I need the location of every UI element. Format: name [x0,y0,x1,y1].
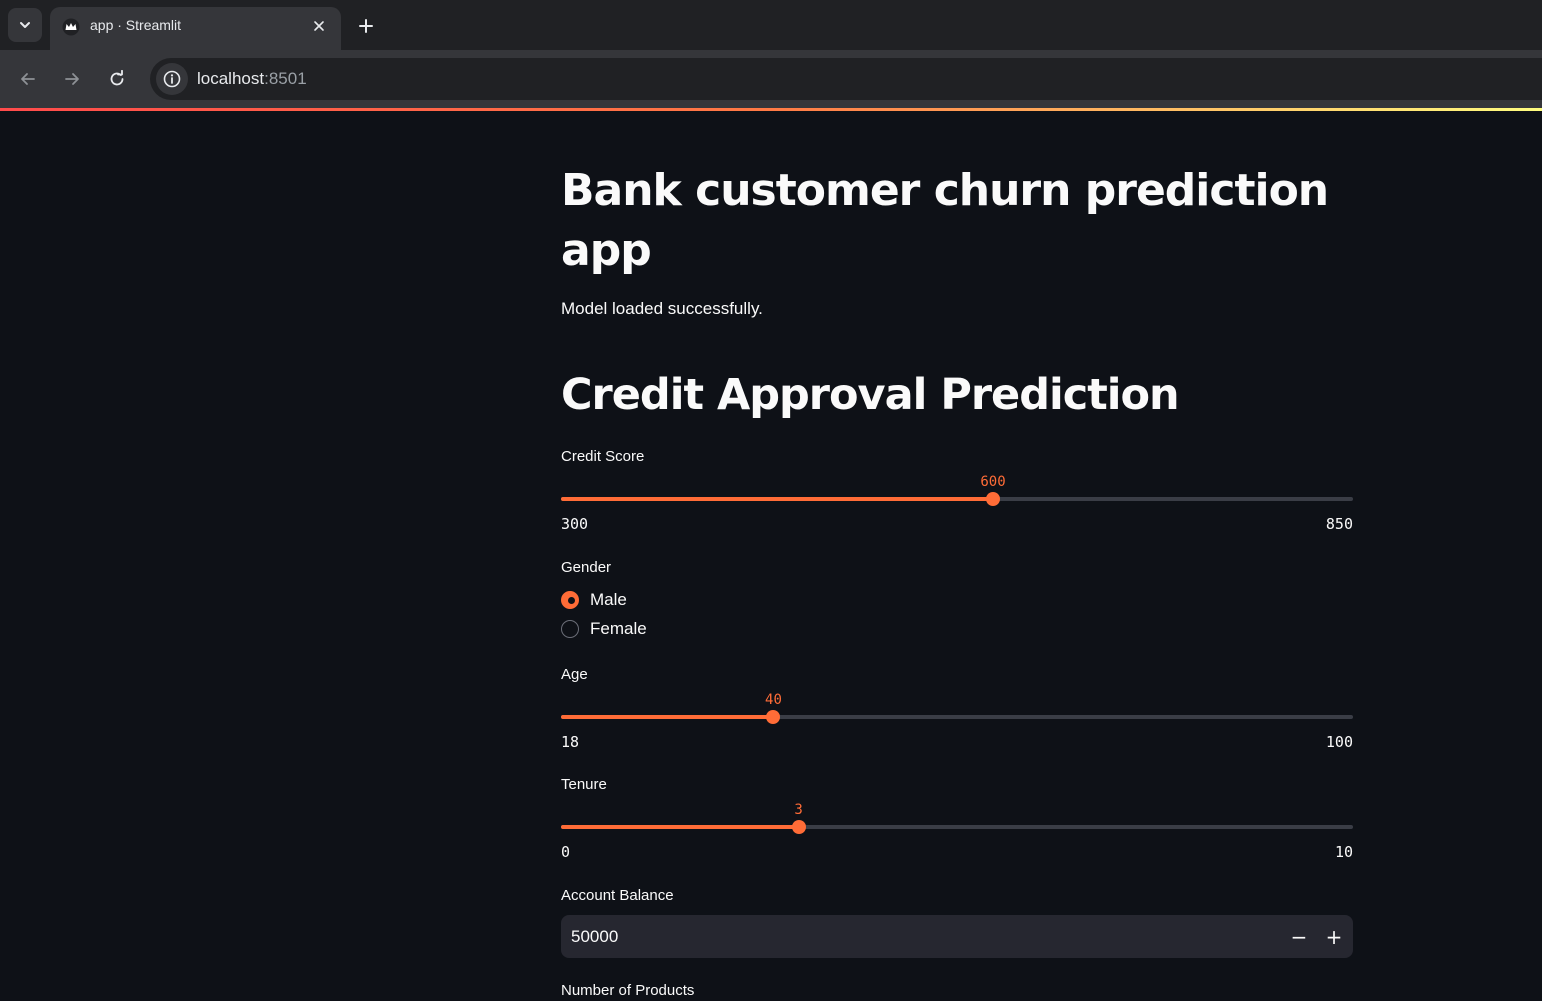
reload-button[interactable] [102,64,132,94]
browser-tab-strip: app · Streamlit [0,0,1542,50]
arrow-left-icon [21,73,35,85]
slider-max: 10 [1334,843,1353,861]
num-products-label: Number of Products [561,982,695,999]
radio-button-male[interactable] [561,590,579,609]
gender-label: Gender [561,559,612,576]
slider-fill [561,497,993,501]
slider-min: 18 [561,733,580,751]
slider-fill [561,715,774,719]
reload-icon [110,70,124,86]
slider-value: 3 [794,802,803,818]
tenure-slider[interactable]: 3 0 10 [561,802,1353,872]
slider-fill [561,825,799,829]
tab-search-button[interactable] [8,8,42,42]
tab-title: app · Streamlit [90,17,182,33]
chevron-down-icon [20,22,30,28]
page-title: Bank customer churn prediction app [561,165,1329,276]
url-port: :8501 [264,69,307,88]
streamlit-crown-icon [62,18,80,36]
slider-max: 100 [1325,733,1353,751]
site-info-button[interactable] [156,63,188,95]
credit-score-slider[interactable]: 600 300 850 [561,474,1353,544]
slider-min: 0 [561,843,571,861]
radio-label-female: Female [590,618,647,638]
account-balance-value[interactable]: 50000 [571,927,618,947]
slider-value: 600 [980,474,1006,490]
streamlit-header-decoration [0,108,1542,111]
slider-min: 300 [561,515,589,533]
age-slider[interactable]: 40 18 100 [561,692,1353,762]
slider-thumb[interactable] [766,710,781,724]
slider-track[interactable] [561,497,1353,501]
radio-button-female[interactable] [561,619,579,638]
radio-option-male[interactable]: Male [561,585,647,614]
radio-label-male: Male [590,589,627,609]
info-icon [163,70,181,88]
back-button[interactable] [13,64,43,94]
decrement-button[interactable]: − [1283,921,1315,953]
new-tab-button[interactable] [352,12,380,40]
gender-radio-group: Male Female [561,585,647,643]
slider-track[interactable] [561,715,1353,719]
tenure-label: Tenure [561,776,607,793]
slider-track[interactable] [561,825,1353,829]
radio-option-female[interactable]: Female [561,614,647,643]
close-icon[interactable] [309,16,329,36]
plus-icon [359,19,373,33]
browser-tab[interactable]: app · Streamlit [50,7,341,50]
age-label: Age [561,666,588,683]
credit-score-label: Credit Score [561,448,645,465]
slider-thumb[interactable] [986,492,1000,506]
slider-value: 40 [765,692,782,708]
slider-max: 850 [1325,515,1353,533]
address-bar[interactable]: localhost:8501 [150,58,1542,100]
status-text: Model loaded successfully. [561,299,763,318]
url-text[interactable]: localhost:8501 [197,69,307,89]
section-heading: Credit Approval Prediction [561,370,1180,420]
forward-button[interactable] [57,64,87,94]
browser-toolbar: localhost:8501 [0,50,1542,108]
account-balance-label: Account Balance [561,887,674,904]
account-balance-input[interactable]: 50000 − + [561,915,1353,958]
arrow-right-icon [65,73,79,85]
slider-thumb[interactable] [791,820,806,834]
url-host: localhost [197,69,265,88]
increment-button[interactable]: + [1318,921,1350,953]
